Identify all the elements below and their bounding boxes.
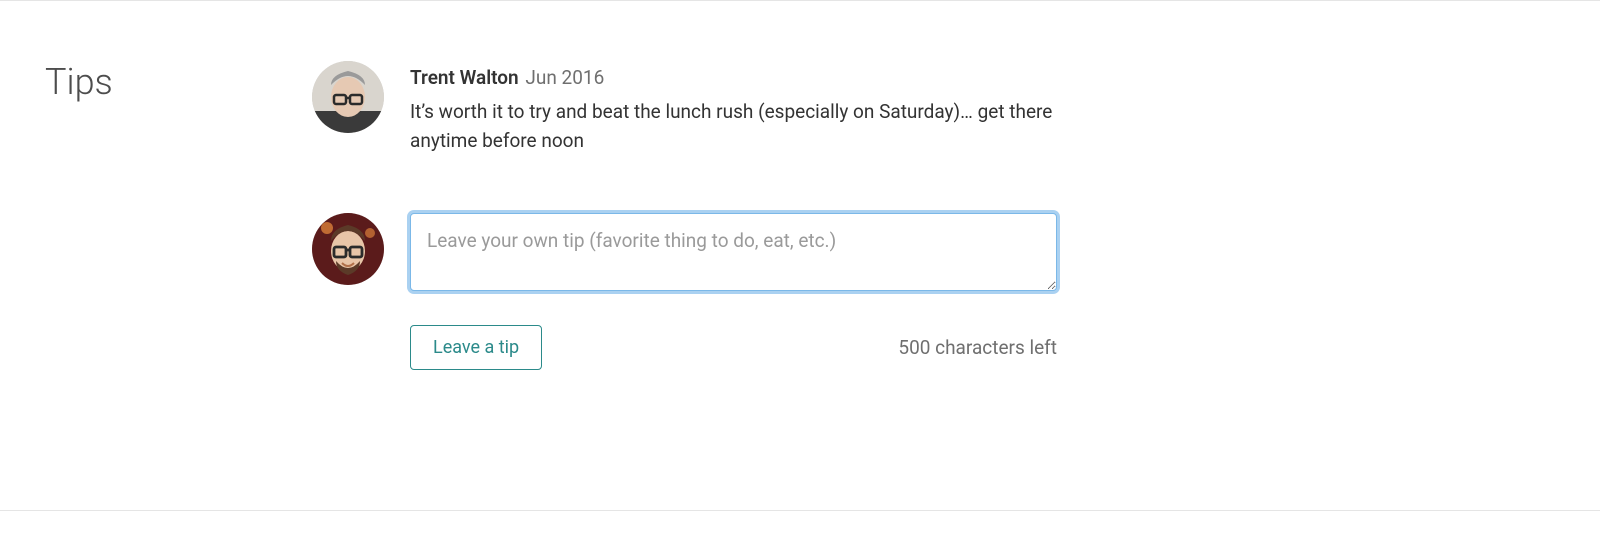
avatar — [312, 61, 384, 133]
char-counter: 500 characters left — [898, 336, 1057, 359]
avatar-image-icon — [312, 61, 384, 133]
compose-actions: Leave a tip 500 characters left — [410, 325, 1057, 370]
tips-section: Tips Trent Walton Jun 2016 I — [0, 0, 1600, 511]
tip-item: Trent Walton Jun 2016 It’s worth it to t… — [312, 61, 1057, 155]
section-title: Tips — [45, 61, 312, 104]
tip-author: Trent Walton — [410, 66, 519, 89]
compose-row: Leave a tip 500 characters left — [312, 213, 1057, 370]
tip-body: Trent Walton Jun 2016 It’s worth it to t… — [410, 61, 1057, 155]
avatar — [312, 213, 384, 285]
tip-meta: Trent Walton Jun 2016 — [410, 64, 1057, 93]
tip-text: It’s worth it to try and beat the lunch … — [410, 97, 1057, 156]
tips-content: Trent Walton Jun 2016 It’s worth it to t… — [312, 61, 1057, 370]
tip-input[interactable] — [410, 213, 1057, 291]
compose-body: Leave a tip 500 characters left — [410, 213, 1057, 370]
tip-date: Jun 2016 — [525, 66, 604, 89]
avatar-image-icon — [312, 213, 384, 285]
leave-tip-button[interactable]: Leave a tip — [410, 325, 542, 370]
